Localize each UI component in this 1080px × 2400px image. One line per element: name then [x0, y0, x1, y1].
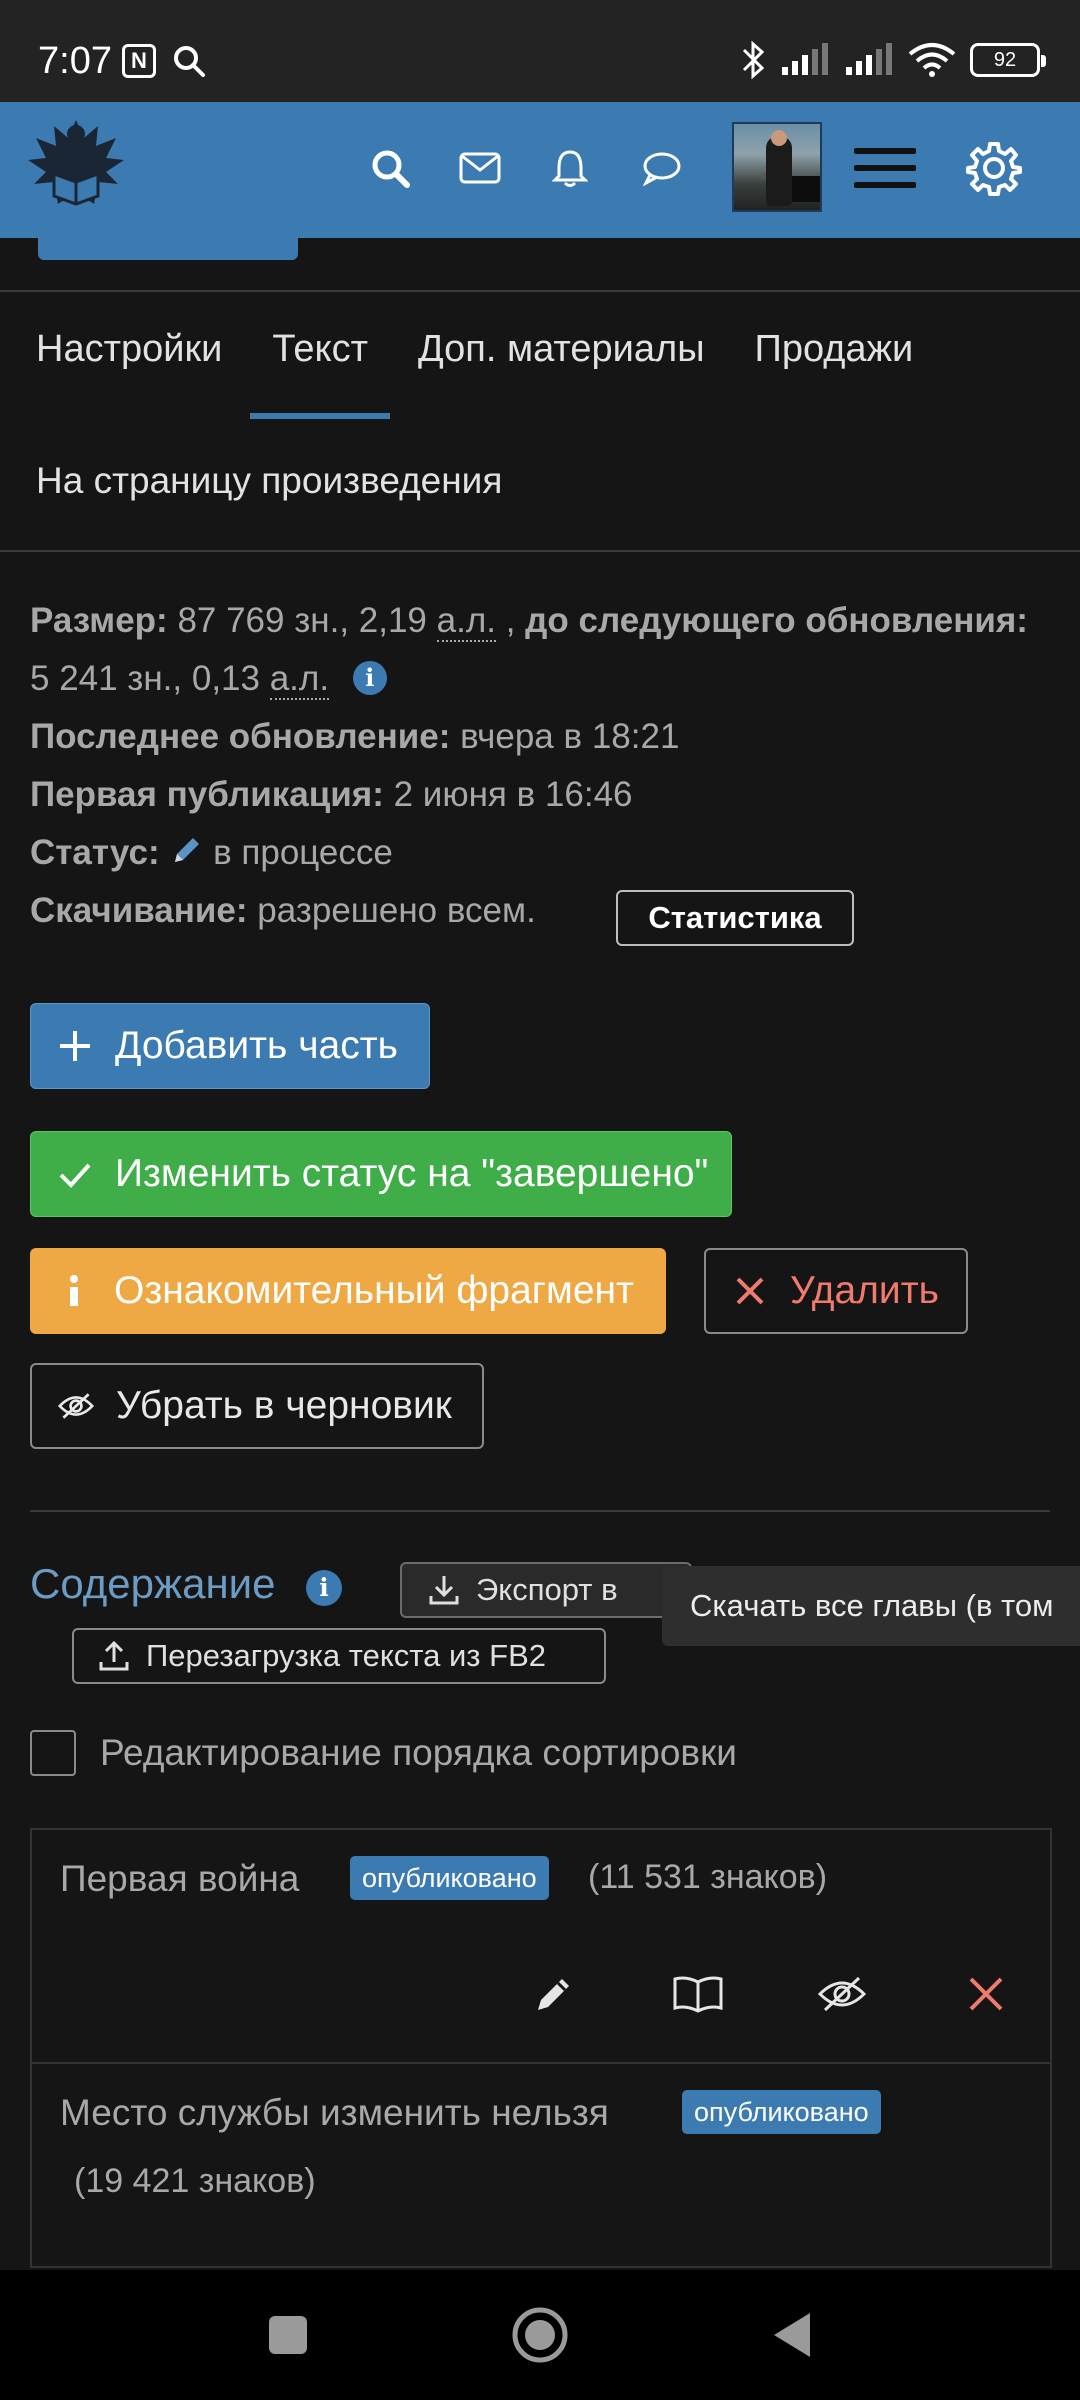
- nfc-icon: N: [122, 44, 156, 78]
- delete-x-icon[interactable]: [914, 1964, 1050, 2024]
- home-circle-icon[interactable]: [510, 2305, 570, 2365]
- status-badge: опубликовано: [350, 1856, 549, 1900]
- tab-settings[interactable]: Настройки: [36, 318, 222, 381]
- chapter-list: Первая война опубликовано (11 531 знаков…: [30, 1828, 1052, 2268]
- sort-edit-checkbox[interactable]: [30, 1730, 76, 1776]
- tab-bar: Настройки Текст Доп. материалы Продажи: [36, 318, 963, 419]
- download-icon: [429, 1576, 459, 1605]
- size-value: 87 769 зн., 2,19: [177, 601, 427, 640]
- first-pub-value: 2 июня в 16:46: [393, 775, 633, 814]
- signal-icon: [782, 43, 828, 75]
- list-item: Первая война опубликовано (11 531 знаков…: [32, 1830, 1050, 2064]
- chat-icon[interactable]: [632, 138, 692, 198]
- al-abbr[interactable]: а.л.: [436, 601, 496, 642]
- eye-slash-icon: [58, 1388, 94, 1424]
- status-label: Статус:: [30, 833, 160, 872]
- chapter-title[interactable]: Первая война: [60, 1858, 299, 1900]
- bluetooth-icon: [742, 40, 765, 80]
- sort-edit-row: Редактирование порядка сортировки: [30, 1730, 737, 1776]
- plus-icon: [57, 1028, 93, 1064]
- edit-pencil-icon[interactable]: [482, 2264, 626, 2266]
- gear-icon[interactable]: [964, 138, 1024, 198]
- hide-eye-slash-icon[interactable]: [770, 1964, 914, 2024]
- scrolled-badge: [38, 238, 298, 260]
- work-info: Размер: 87 769 зн., 2,19 а.л. , до следу…: [30, 601, 1028, 930]
- read-book-icon[interactable]: [626, 2264, 770, 2266]
- add-part-button[interactable]: Добавить часть: [30, 1003, 430, 1089]
- reload-fb2-button[interactable]: Перезагрузка текста из FB2: [72, 1628, 606, 1684]
- contents-title: Содержание: [30, 1560, 276, 1607]
- battery-icon: 92: [970, 43, 1046, 77]
- check-icon: [57, 1156, 93, 1192]
- delete-button[interactable]: Удалить: [704, 1248, 968, 1334]
- status-badge: опубликовано: [682, 2090, 881, 2134]
- back-triangle-icon[interactable]: [762, 2305, 822, 2365]
- next-update-value: 5 241 зн., 0,13: [30, 659, 260, 698]
- size-label: Размер:: [30, 601, 168, 640]
- work-page-link[interactable]: На страницу произведения: [36, 460, 502, 502]
- info-icon: [56, 1273, 92, 1309]
- tab-extra-materials[interactable]: Доп. материалы: [418, 318, 705, 381]
- al-abbr[interactable]: а.л.: [269, 659, 330, 700]
- search-status-icon: [174, 46, 205, 77]
- edit-pencil-icon[interactable]: [482, 1964, 626, 2024]
- change-status-button[interactable]: Изменить статус на "завершено": [30, 1131, 732, 1217]
- info-icon[interactable]: i: [306, 1570, 342, 1606]
- tab-sales[interactable]: Продажи: [755, 318, 914, 381]
- pencil-icon: [175, 838, 200, 862]
- divider: [0, 550, 1080, 552]
- next-update-label: до следующего обновления:: [525, 601, 1028, 640]
- hamburger-icon[interactable]: [850, 138, 920, 198]
- hide-eye-slash-icon[interactable]: [770, 2264, 914, 2266]
- last-update-label: Последнее обновление:: [30, 717, 451, 756]
- chapter-title[interactable]: Место службы изменить нельзя: [60, 2092, 609, 2134]
- statistics-button[interactable]: Статистика: [616, 890, 854, 946]
- status-bar: 7:07 N 92: [0, 0, 1080, 102]
- preview-fragment-button[interactable]: Ознакомительный фрагмент: [30, 1248, 666, 1334]
- upload-icon: [99, 1640, 129, 1671]
- info-icon[interactable]: i: [352, 661, 387, 695]
- logo-eagle-icon[interactable]: [20, 112, 132, 224]
- export-button[interactable]: Экспорт в: [400, 1562, 692, 1618]
- read-book-icon[interactable]: [626, 1964, 770, 2024]
- download-label: Скачивание:: [30, 891, 248, 930]
- top-navigation: [0, 102, 1080, 238]
- recents-square-icon[interactable]: [258, 2305, 318, 2365]
- signal-icon-2: [846, 43, 892, 75]
- export-tooltip: Скачать все главы (в том: [662, 1566, 1080, 1646]
- bell-icon[interactable]: [540, 138, 600, 198]
- divider: [0, 290, 1080, 292]
- chapter-chars: (11 531 знаков): [588, 1858, 828, 1896]
- status-time: 7:07: [38, 40, 112, 82]
- divider: [30, 1510, 1050, 1512]
- chapter-chars: (19 421 знаков): [74, 2162, 316, 2200]
- first-pub-label: Первая публикация:: [30, 775, 384, 814]
- last-update-value: вчера в 18:21: [460, 717, 680, 756]
- download-value: разрешено всем.: [257, 891, 536, 930]
- list-item: Место службы изменить нельзя опубликован…: [32, 2064, 1050, 2266]
- wifi-icon: [908, 43, 956, 77]
- system-navigation-bar: [0, 2270, 1080, 2400]
- mail-icon[interactable]: [450, 138, 510, 198]
- tab-text[interactable]: Текст: [250, 318, 390, 419]
- search-icon[interactable]: [360, 138, 420, 198]
- status-value: в процессе: [213, 833, 393, 872]
- delete-x-icon[interactable]: [914, 2264, 1050, 2266]
- sort-edit-label[interactable]: Редактирование порядка сортировки: [100, 1732, 737, 1774]
- move-to-draft-button[interactable]: Убрать в черновик: [30, 1363, 484, 1449]
- close-icon: [732, 1273, 768, 1309]
- avatar[interactable]: [732, 122, 822, 212]
